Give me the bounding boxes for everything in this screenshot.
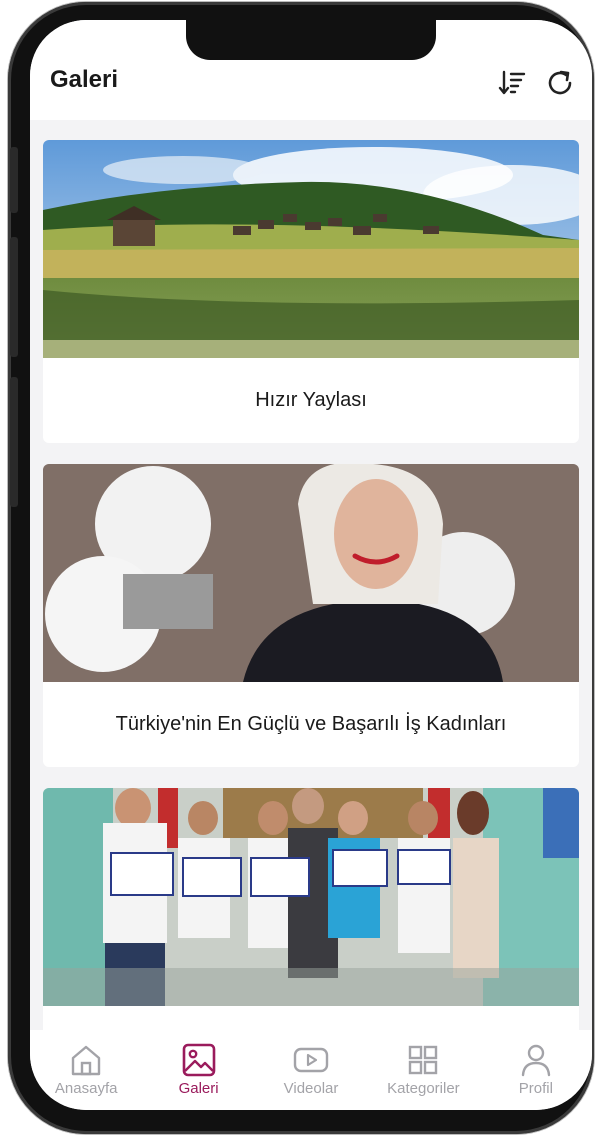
nav-label: Galeri — [178, 1080, 219, 1097]
students-certificates-photo — [43, 788, 579, 1006]
sort-descending-icon[interactable] — [496, 68, 526, 98]
app-screen: Galeri Hızır Yaylası Türkiye'nin En Güçl… — [30, 20, 592, 1110]
home-icon — [72, 1045, 101, 1076]
refresh-icon[interactable] — [545, 68, 575, 98]
nav-item-videolar[interactable]: Videolar — [255, 1030, 367, 1110]
nav-item-anasayfa[interactable]: Anasayfa — [30, 1030, 142, 1110]
volume-down-button — [10, 377, 18, 507]
video-icon — [293, 1047, 329, 1073]
phone-frame: Galeri Hızır Yaylası Türkiye'nin En Güçl… — [8, 2, 594, 1134]
silent-switch — [10, 147, 18, 213]
bottom-navigation: Anasayfa Galeri Videolar Kategoriler Pro… — [30, 1030, 592, 1110]
nav-label: Profil — [518, 1080, 553, 1097]
volume-up-button — [10, 237, 18, 357]
portrait-woman-photo — [43, 464, 579, 682]
phone-notch — [186, 20, 436, 60]
user-icon — [521, 1044, 551, 1077]
gallery-list: Hızır Yaylası Türkiye'nin En Güçlü ve Ba… — [30, 120, 592, 1030]
image-icon — [182, 1043, 215, 1077]
page-title: Galeri — [50, 66, 119, 93]
gallery-card[interactable]: Hızır Yaylası — [43, 140, 579, 443]
nav-label: Kategoriler — [387, 1080, 460, 1097]
nav-item-galeri[interactable]: Galeri — [142, 1030, 254, 1110]
nav-item-profil[interactable]: Profil — [480, 1030, 592, 1110]
gallery-card[interactable] — [43, 788, 579, 1030]
nav-item-kategoriler[interactable]: Kategoriler — [367, 1030, 479, 1110]
card-caption — [43, 1006, 579, 1030]
landscape-lake-photo — [43, 140, 579, 358]
nav-label: Videolar — [283, 1080, 339, 1097]
card-caption: Türkiye'nin En Güçlü ve Başarılı İş Kadı… — [115, 713, 507, 735]
grid-icon — [409, 1045, 438, 1075]
gallery-card[interactable]: Türkiye'nin En Güçlü ve Başarılı İş Kadı… — [43, 464, 579, 767]
nav-label: Anasayfa — [54, 1080, 118, 1097]
card-caption: Hızır Yaylası — [255, 389, 367, 411]
